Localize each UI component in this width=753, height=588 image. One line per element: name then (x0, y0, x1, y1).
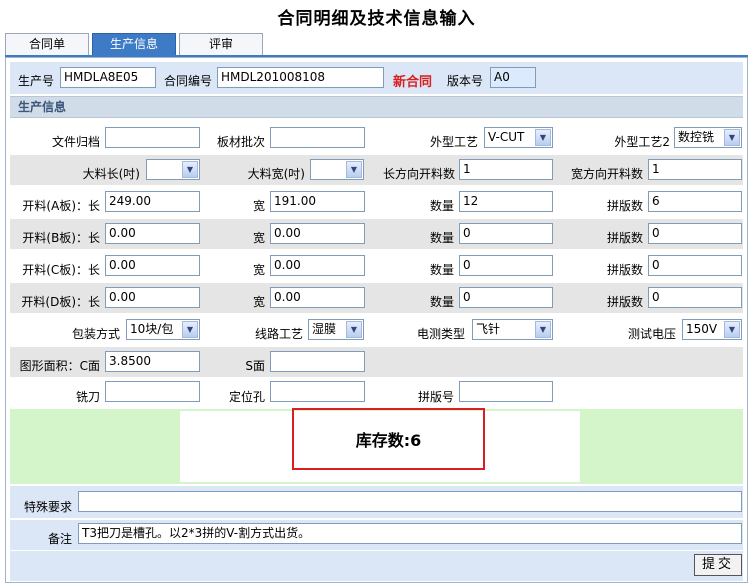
version-label: 版本号 (447, 74, 484, 88)
voltage-value: 150V (686, 322, 718, 336)
wide-cut-label: 宽方向开料数 (570, 167, 643, 181)
board-d-width[interactable]: 0.00 (270, 287, 365, 308)
mill-input[interactable] (105, 381, 200, 402)
area-s-input[interactable] (270, 351, 365, 372)
long-cut-label: 长方向开料数 (382, 167, 455, 181)
remark-input[interactable]: T3把刀是槽孔。以2*3拼的V-割方式出货。 (78, 523, 742, 544)
tab-review[interactable]: 评审 (179, 33, 263, 55)
board-a-qty-label: 数量 (429, 199, 454, 213)
wide-cut-input[interactable]: 1 (648, 159, 742, 180)
board-c-qty[interactable]: 0 (459, 255, 553, 276)
pack-value: 10块/包 (130, 322, 174, 336)
area-s-label: S面 (245, 359, 265, 373)
shape2-select[interactable]: 数控铣 ▼ (674, 127, 742, 148)
board-b-width-label: 宽 (252, 231, 265, 245)
circuit-value: 湿膜 (312, 322, 337, 336)
wide-select[interactable]: ▼ (310, 159, 364, 180)
prod-no-label: 生产号 (18, 74, 55, 88)
board-d-label: 开料(D板)：长 (21, 295, 100, 309)
test-label: 电测类型 (416, 327, 465, 341)
board-c-qty-label: 数量 (429, 263, 454, 277)
special-label: 特殊要求 (23, 500, 72, 514)
chevron-down-icon: ▼ (724, 129, 740, 146)
board-d-panel[interactable]: 0 (648, 287, 742, 308)
shape2-value: 数控铣 (678, 130, 715, 144)
remark-label: 备注 (47, 532, 72, 546)
locate-label: 定位孔 (228, 390, 265, 404)
shape-label: 外型工艺 (429, 135, 478, 149)
tab-production[interactable]: 生产信息 (92, 33, 176, 55)
board-b-width[interactable]: 0.00 (270, 223, 365, 244)
file-label: 文件归档 (51, 135, 100, 149)
board-a-width[interactable]: 191.00 (270, 191, 365, 212)
test-select[interactable]: 飞针 ▼ (472, 319, 553, 340)
board-a-panel-label: 拼版数 (606, 199, 643, 213)
new-contract-flag: 新合同 (393, 75, 433, 90)
long-cut-input[interactable]: 1 (459, 159, 553, 180)
prod-no-input[interactable]: HMDLA8E05 (60, 67, 156, 88)
chevron-down-icon: ▼ (535, 129, 551, 146)
circuit-select[interactable]: 湿膜 ▼ (308, 319, 364, 340)
page-title: 合同明细及技术信息输入 (277, 9, 476, 29)
circuit-label: 线路工艺 (254, 327, 303, 341)
area-c-label: 图形面积：C面 (19, 359, 100, 373)
tab-contract[interactable]: 合同单 (5, 33, 89, 55)
shape2-label: 外型工艺2 (614, 135, 670, 149)
board-c-width[interactable]: 0.00 (270, 255, 365, 276)
test-value: 飞针 (476, 322, 501, 336)
panel-no-label: 拼版号 (417, 390, 454, 404)
row-actions (10, 551, 743, 581)
board-d-panel-label: 拼版数 (606, 295, 643, 309)
chevron-down-icon: ▼ (535, 321, 551, 338)
contract-no-input[interactable]: HMDL201008108 (217, 67, 384, 88)
board-a-panel[interactable]: 6 (648, 191, 742, 212)
board-c-panel-label: 拼版数 (606, 263, 643, 277)
board-a-qty[interactable]: 12 (459, 191, 553, 212)
stock-count: 库存数:6 (355, 431, 422, 450)
contract-no-label: 合同编号 (164, 74, 213, 88)
board-b-label: 开料(B板)：长 (22, 231, 100, 245)
area-c-input[interactable]: 3.8500 (105, 351, 200, 372)
batch-label: 板材批次 (216, 135, 265, 149)
shape-select[interactable]: V-CUT ▼ (484, 127, 553, 148)
board-a-width-label: 宽 (252, 199, 265, 213)
board-c-label: 开料(C板)：长 (22, 263, 100, 277)
long-label: 大料长(吋) (82, 167, 140, 181)
voltage-label: 测试电压 (627, 327, 676, 341)
pack-label: 包装方式 (71, 327, 120, 341)
board-c-width-label: 宽 (252, 263, 265, 277)
board-a-label: 开料(A板)：长 (22, 199, 100, 213)
wide-label: 大料宽(吋) (247, 167, 305, 181)
board-d-qty[interactable]: 0 (459, 287, 553, 308)
chevron-down-icon: ▼ (182, 161, 198, 178)
board-c-panel[interactable]: 0 (648, 255, 742, 276)
shape-value: V-CUT (488, 130, 525, 144)
chevron-down-icon: ▼ (346, 321, 362, 338)
board-d-width-label: 宽 (252, 295, 265, 309)
version-input[interactable]: A0 (490, 67, 536, 88)
board-b-qty-label: 数量 (429, 231, 454, 245)
submit-button[interactable]: 提交 (694, 554, 742, 576)
board-c-length[interactable]: 0.00 (105, 255, 200, 276)
pack-select[interactable]: 10块/包 ▼ (126, 319, 200, 340)
file-input[interactable] (105, 127, 200, 148)
board-d-length[interactable]: 0.00 (105, 287, 200, 308)
panel-no-input[interactable] (459, 381, 553, 402)
chevron-down-icon: ▼ (724, 321, 740, 338)
board-b-panel[interactable]: 0 (648, 223, 742, 244)
section-production-info: 生产信息 (10, 96, 743, 118)
special-input[interactable] (78, 491, 742, 512)
chevron-down-icon: ▼ (182, 321, 198, 338)
board-b-qty[interactable]: 0 (459, 223, 553, 244)
chevron-down-icon: ▼ (346, 161, 362, 178)
batch-input[interactable] (270, 127, 365, 148)
locate-input[interactable] (270, 381, 365, 402)
board-b-length[interactable]: 0.00 (105, 223, 200, 244)
long-select[interactable]: ▼ (146, 159, 200, 180)
voltage-select[interactable]: 150V ▼ (682, 319, 742, 340)
board-d-qty-label: 数量 (429, 295, 454, 309)
board-a-length[interactable]: 249.00 (105, 191, 200, 212)
board-b-panel-label: 拼版数 (606, 231, 643, 245)
mill-label: 铣刀 (75, 390, 100, 404)
